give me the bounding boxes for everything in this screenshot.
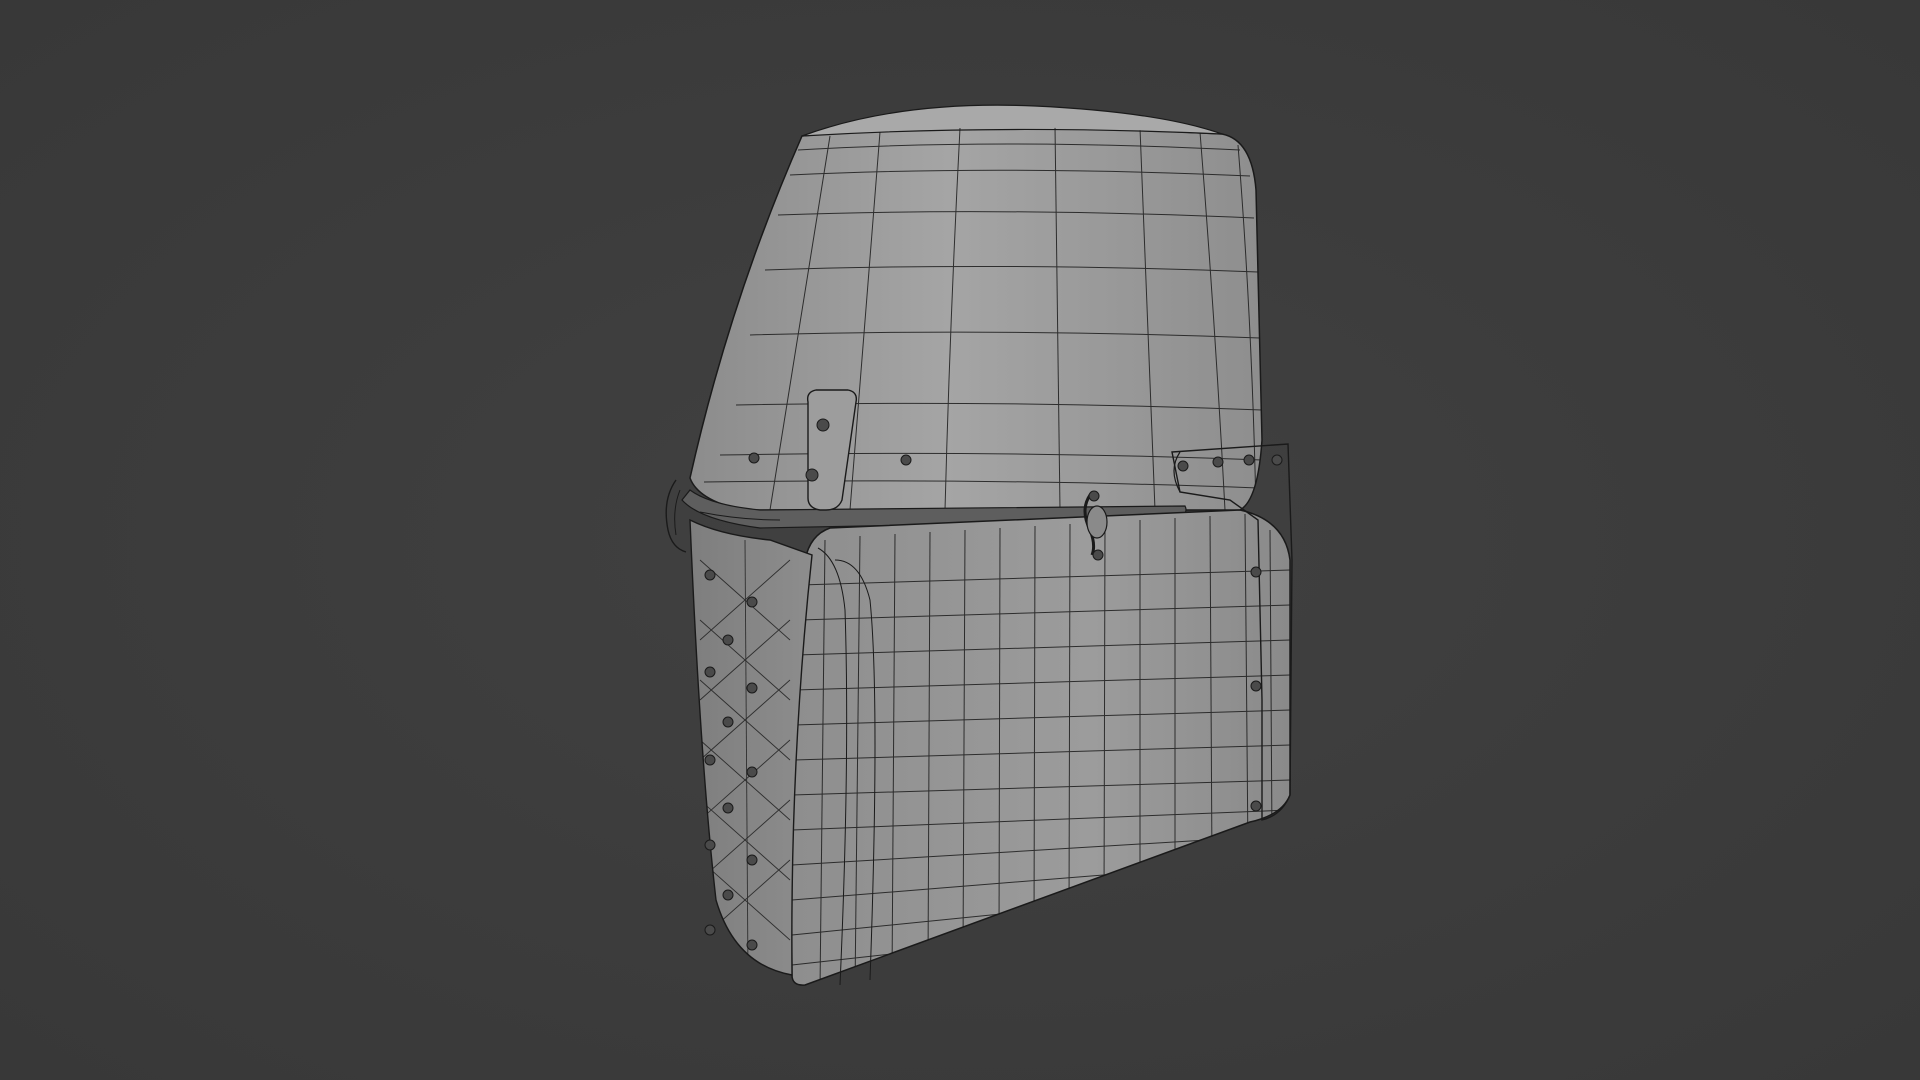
helmet-face-plate [791,443,1293,986]
helmet-dome [689,104,1263,511]
3d-viewport[interactable] [0,0,1920,1080]
helmet-model [665,104,1293,986]
